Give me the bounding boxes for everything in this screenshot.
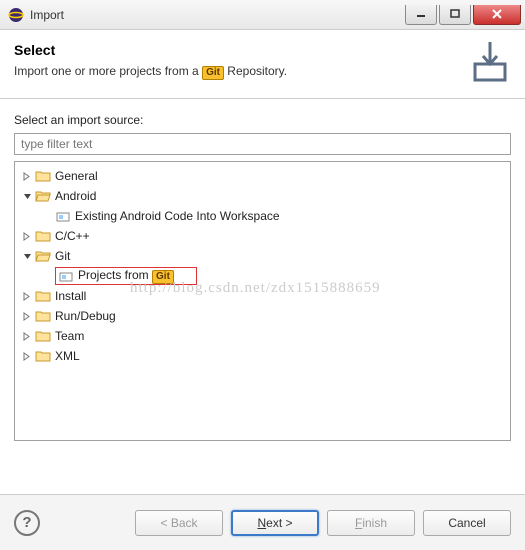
tree-node-xml[interactable]: XML: [17, 346, 508, 366]
folder-icon: [35, 229, 51, 243]
close-button[interactable]: [473, 5, 521, 25]
window-title: Import: [30, 8, 405, 22]
maximize-button[interactable]: [439, 5, 471, 25]
chevron-right-icon[interactable]: [21, 330, 33, 342]
folder-icon: [35, 349, 51, 363]
tree-node-general[interactable]: General: [17, 166, 508, 186]
finish-button[interactable]: Finish: [327, 510, 415, 536]
chevron-right-icon[interactable]: [21, 230, 33, 242]
git-badge-icon: Git: [152, 270, 174, 284]
next-button[interactable]: Next >: [231, 510, 319, 536]
tree-node-install[interactable]: Install: [17, 286, 508, 306]
git-badge-icon: Git: [202, 66, 224, 80]
filter-input[interactable]: [14, 133, 511, 155]
chevron-right-icon[interactable]: [21, 290, 33, 302]
folder-icon: [35, 309, 51, 323]
chevron-right-icon[interactable]: [21, 170, 33, 182]
tree-item-projects-from-git[interactable]: Projects from Git: [17, 266, 508, 286]
chevron-down-icon[interactable]: [21, 250, 33, 262]
app-icon: [8, 7, 24, 23]
wizard-icon: [58, 269, 74, 283]
tree-node-team[interactable]: Team: [17, 326, 508, 346]
tree-node-rundebug[interactable]: Run/Debug: [17, 306, 508, 326]
source-label: Select an import source:: [14, 113, 511, 127]
tree-node-git[interactable]: Git: [17, 246, 508, 266]
back-button[interactable]: < Back: [135, 510, 223, 536]
folder-icon: [35, 289, 51, 303]
cancel-button[interactable]: Cancel: [423, 510, 511, 536]
page-description: Import one or more projects from a Git R…: [14, 64, 469, 80]
folder-icon: [35, 329, 51, 343]
folder-open-icon: [35, 189, 51, 203]
tree-node-ccpp[interactable]: C/C++: [17, 226, 508, 246]
page-title: Select: [14, 42, 469, 58]
wizard-icon: [55, 209, 71, 223]
chevron-right-icon[interactable]: [21, 350, 33, 362]
folder-icon: [35, 169, 51, 183]
tree-item-android-existing[interactable]: Existing Android Code Into Workspace: [17, 206, 508, 226]
folder-open-icon: [35, 249, 51, 263]
help-button[interactable]: ?: [14, 510, 40, 536]
import-icon: [469, 42, 511, 84]
tree-node-android[interactable]: Android: [17, 186, 508, 206]
chevron-down-icon[interactable]: [21, 190, 33, 202]
minimize-button[interactable]: [405, 5, 437, 25]
chevron-right-icon[interactable]: [21, 310, 33, 322]
import-tree[interactable]: General Android Existing Android Code In…: [14, 161, 511, 441]
